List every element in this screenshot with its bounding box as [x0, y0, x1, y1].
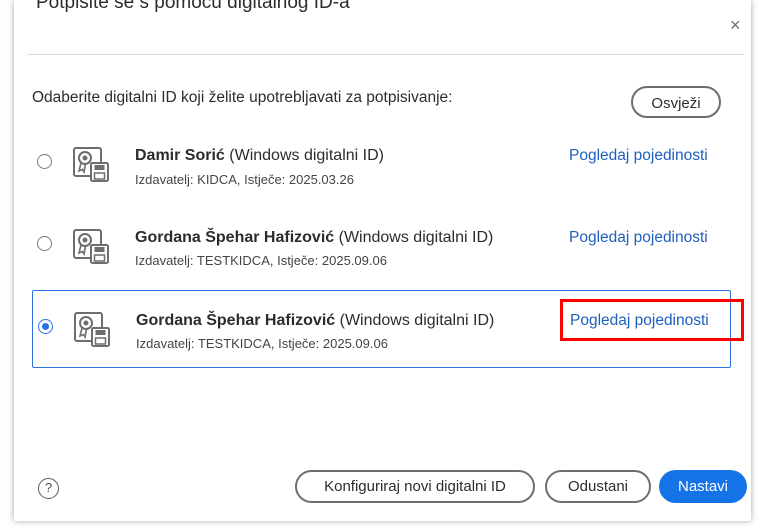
certificate-icon — [73, 229, 109, 264]
digital-id-row[interactable]: Gordana Špehar Hafizović (Windows digita… — [32, 206, 731, 284]
id-type: (Windows digitalni ID) — [334, 229, 494, 246]
cancel-button[interactable]: Odustani — [545, 470, 651, 503]
red-highlight-annotation — [560, 299, 744, 341]
id-type: (Windows digitalni ID) — [224, 147, 384, 164]
id-name-bold: Gordana Špehar Hafizović — [136, 312, 336, 329]
id-name-bold: Damir Sorić — [135, 147, 225, 164]
sign-with-digital-id-dialog: Potpišite se s pomoću digitalnog ID-a × … — [14, 0, 751, 521]
id-owner-name: Damir Sorić (Windows digitalni ID) — [135, 147, 384, 165]
refresh-button[interactable]: Osvježi — [631, 86, 721, 118]
continue-button[interactable]: Nastavi — [659, 470, 747, 503]
select-id-prompt: Odaberite digitalni ID koji želite upotr… — [32, 89, 453, 106]
title-divider — [28, 54, 744, 55]
id-radio-button[interactable] — [37, 154, 52, 169]
help-icon[interactable]: ? — [38, 478, 59, 499]
close-icon[interactable]: × — [730, 16, 741, 34]
certificate-icon — [73, 147, 109, 182]
certificate-icon — [74, 312, 110, 347]
view-details-link[interactable]: Pogledaj pojedinosti — [569, 147, 708, 165]
id-issuer-expiry: Izdavatelj: KIDCA, Istječe: 2025.03.26 — [135, 172, 354, 187]
configure-new-id-button[interactable]: Konfiguriraj novi digitalni ID — [295, 470, 535, 503]
id-type: (Windows digitalni ID) — [335, 312, 495, 329]
id-owner-name: Gordana Špehar Hafizović (Windows digita… — [136, 312, 494, 330]
id-name-bold: Gordana Špehar Hafizović — [135, 229, 335, 246]
id-issuer-expiry: Izdavatelj: TESTKIDCA, Istječe: 2025.09.… — [136, 336, 388, 351]
id-radio-button-selected[interactable] — [38, 319, 53, 334]
view-details-link[interactable]: Pogledaj pojedinosti — [569, 229, 708, 247]
digital-id-row[interactable]: Damir Sorić (Windows digitalni ID) Izdav… — [32, 125, 731, 203]
id-issuer-expiry: Izdavatelj: TESTKIDCA, Istječe: 2025.09.… — [135, 253, 387, 268]
id-radio-button[interactable] — [37, 236, 52, 251]
dialog-title: Potpišite se s pomoću digitalnog ID-a — [36, 0, 350, 13]
id-owner-name: Gordana Špehar Hafizović (Windows digita… — [135, 229, 493, 247]
